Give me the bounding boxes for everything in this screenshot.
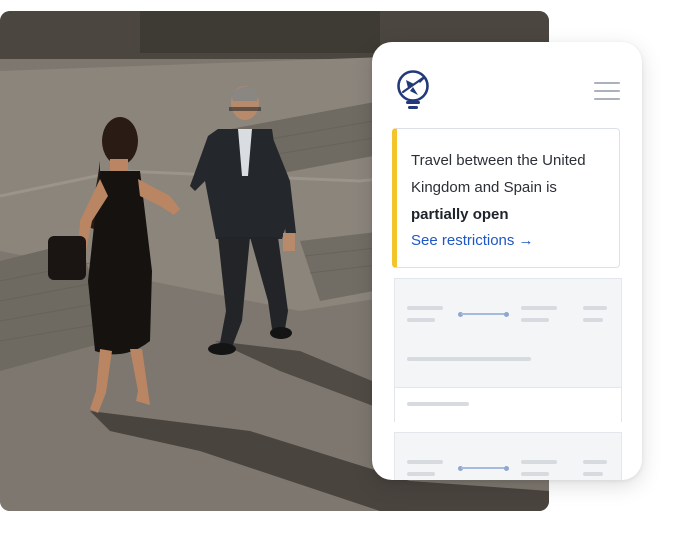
flight-skeleton-card-2[interactable] xyxy=(394,432,622,480)
travel-status-text: Travel between the United Kingdom and Sp… xyxy=(411,147,607,228)
mobile-app-card: Travel between the United Kingdom and Sp… xyxy=(372,42,642,480)
hamburger-menu-icon[interactable] xyxy=(594,82,620,102)
see-restrictions-link[interactable]: See restrictions → xyxy=(411,232,534,249)
travel-status-alert: Travel between the United Kingdom and Sp… xyxy=(392,128,620,268)
travel-status-value: partially open xyxy=(411,206,509,223)
flight-skeleton-card[interactable] xyxy=(394,278,622,423)
travel-status-description: Travel between the United Kingdom and Sp… xyxy=(411,152,586,196)
plane-lightbulb-icon xyxy=(397,70,429,109)
